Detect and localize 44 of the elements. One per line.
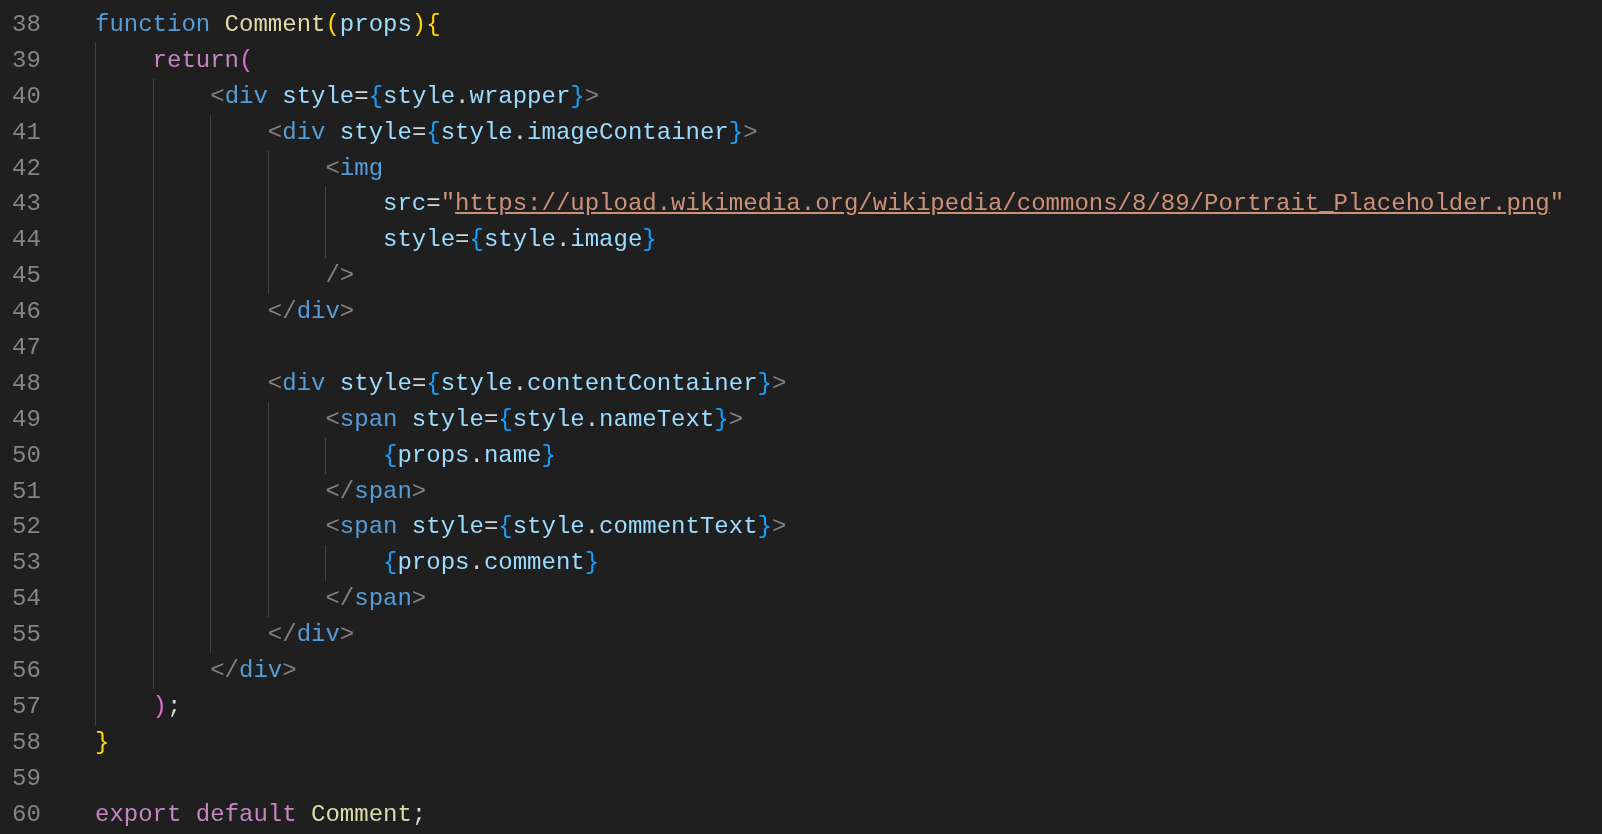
- code-line: {props.comment}: [383, 548, 600, 579]
- line-number: 57: [11, 691, 42, 722]
- line-number: 54: [11, 584, 42, 615]
- code-line: export default Comment;: [95, 799, 427, 830]
- code-line: </div>: [210, 656, 297, 687]
- code-line: return(: [152, 45, 254, 76]
- line-number: 40: [11, 81, 42, 112]
- line-number: 38: [11, 10, 42, 40]
- line-number: 45: [11, 261, 42, 292]
- line-number: 59: [11, 763, 42, 794]
- code-line: <div style={style.wrapper}>: [210, 81, 600, 112]
- code-line: src="https://upload.wikimedia.org/wikipedia/commons/8/89/Portrait_Placeholder.png": [383, 189, 1565, 220]
- line-number: 48: [11, 368, 42, 399]
- code-line: </span>: [325, 476, 427, 507]
- line-number: 41: [11, 117, 42, 148]
- code-line: {props.name}: [383, 440, 556, 471]
- code-line: <div style={style.contentContainer}>: [267, 368, 787, 399]
- line-number: 44: [11, 225, 42, 256]
- code-line: style={style.image}: [383, 225, 657, 256]
- line-number: 50: [11, 440, 42, 471]
- line-number: 58: [11, 727, 42, 758]
- line-number: 53: [11, 548, 42, 579]
- code-line: <img: [325, 153, 384, 184]
- line-number: 56: [11, 656, 42, 687]
- line-number: 55: [11, 620, 42, 651]
- line-number: 60: [11, 799, 42, 830]
- code-line: );: [152, 691, 182, 722]
- line-number: 46: [11, 297, 42, 328]
- line-number: 43: [11, 189, 42, 220]
- code-line: </span>: [325, 584, 427, 615]
- code-line: </div>: [267, 620, 355, 651]
- line-number: 49: [11, 404, 42, 435]
- code-line: }: [95, 727, 110, 758]
- line-number: 51: [11, 476, 42, 507]
- code-line: function Comment(props){: [95, 10, 441, 40]
- code-line: <div style={style.imageContainer}>: [267, 117, 758, 148]
- line-number: 47: [11, 333, 42, 363]
- line-number: 52: [11, 512, 42, 543]
- code-line: </div>: [267, 297, 355, 328]
- code-line: />: [325, 261, 355, 292]
- line-number: 42: [11, 153, 42, 184]
- code-line: <span style={style.commentText}>: [325, 512, 787, 543]
- line-number: 39: [11, 45, 42, 76]
- code-line: <span style={style.nameText}>: [325, 404, 744, 435]
